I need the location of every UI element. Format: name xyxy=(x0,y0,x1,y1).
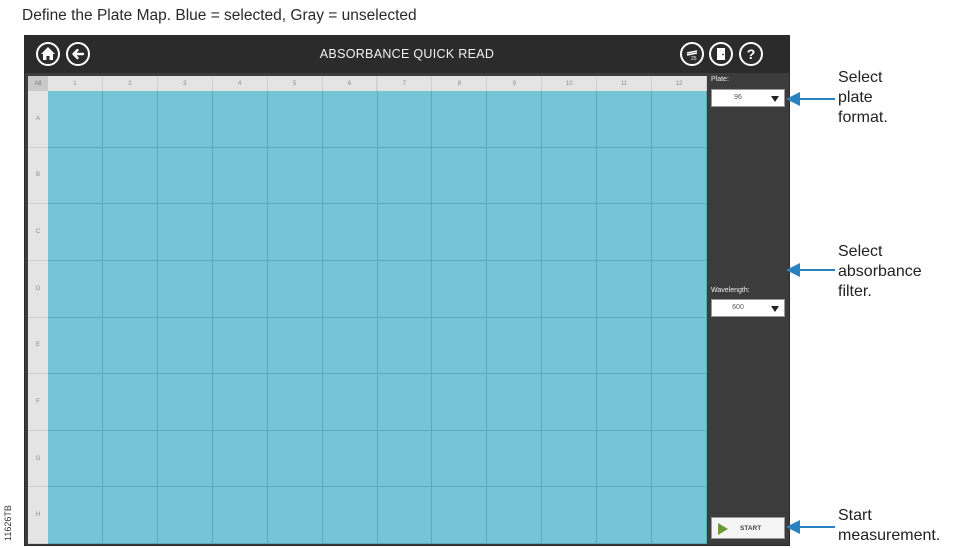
plate-arrowhead-icon xyxy=(786,92,800,106)
start-arrowhead-icon xyxy=(786,520,800,534)
callout-line: Select xyxy=(838,69,883,86)
wavelength-arrowhead-icon xyxy=(786,263,800,277)
start-callout: Start measurement. xyxy=(838,506,940,546)
callout-line: format. xyxy=(838,109,888,126)
callout-line: absorbance xyxy=(838,263,922,280)
wavelength-callout: Select absorbance filter. xyxy=(838,242,922,302)
callout-arrows xyxy=(786,92,835,534)
callout-line: filter. xyxy=(838,283,872,300)
callout-line: measurement. xyxy=(838,527,941,544)
callout-line: plate xyxy=(838,89,873,106)
callout-line: Select xyxy=(838,243,883,260)
callout-line: Start xyxy=(838,507,872,524)
plate-callout: Select plate format. xyxy=(838,68,888,128)
